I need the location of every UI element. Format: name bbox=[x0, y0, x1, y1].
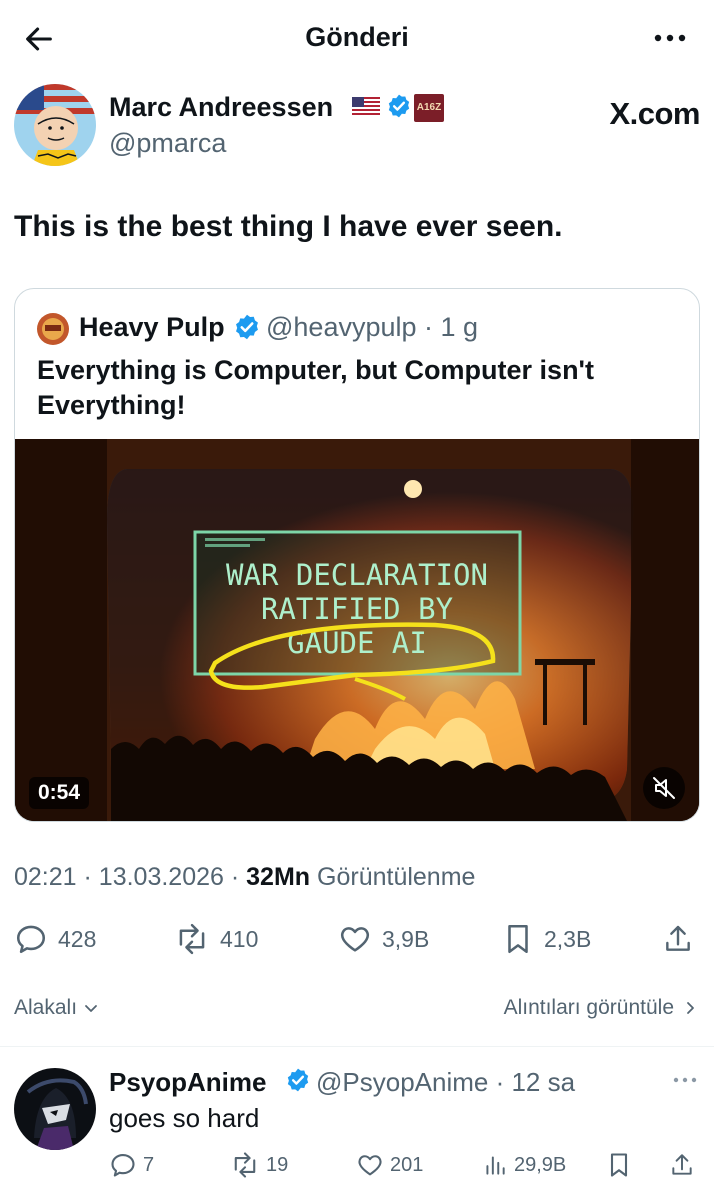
repost-icon bbox=[234, 1152, 256, 1178]
muted-speaker-icon bbox=[653, 777, 675, 799]
tweet-actions: 428 410 3,9B 2,3B bbox=[14, 918, 700, 960]
chevron-right-icon bbox=[687, 1002, 694, 1014]
quoted-author-avatar bbox=[37, 313, 69, 345]
verified-badge-icon bbox=[287, 1068, 309, 1092]
screen-line-2: RATIFIED BY bbox=[261, 592, 453, 626]
view-quotes-link[interactable]: Alıntıları görüntüle bbox=[504, 996, 700, 1020]
heart-icon bbox=[358, 1155, 382, 1176]
bookmark-icon bbox=[610, 1153, 628, 1177]
tweet-date[interactable]: 13.03.2026 bbox=[99, 863, 224, 891]
reply-button[interactable]: 428 bbox=[14, 918, 96, 960]
sort-relevance-dropdown[interactable]: Alakalı bbox=[14, 996, 101, 1020]
more-options-icon[interactable] bbox=[650, 24, 690, 52]
reply-icon bbox=[16, 925, 46, 954]
like-count: 3,9B bbox=[382, 925, 430, 952]
heart-icon bbox=[340, 927, 370, 952]
repost-icon bbox=[179, 923, 205, 955]
video-frame: WAR DECLARATION RATIFIED BY GAUDE AI bbox=[15, 439, 699, 821]
views-chart-icon bbox=[486, 1156, 505, 1175]
reply-repost-button[interactable]: 19 bbox=[230, 1149, 288, 1181]
tweet-time[interactable]: 02:21 bbox=[14, 863, 77, 891]
quoted-author-handle: @heavypulp · 1 g bbox=[266, 312, 478, 343]
reply-text: goes so hard bbox=[109, 1103, 260, 1133]
quoted-author-name: Heavy Pulp bbox=[79, 312, 225, 342]
reply-author-handle: @PsyopAnime · 12 sa bbox=[316, 1067, 575, 1098]
sort-label: Alakalı bbox=[14, 996, 78, 1019]
reply-reply-count: 7 bbox=[143, 1153, 155, 1176]
top-bar: Gönderi bbox=[0, 0, 714, 78]
replies-sort-row: Alakalı Alıntıları görüntüle bbox=[14, 994, 700, 1028]
share-button[interactable] bbox=[662, 918, 704, 960]
video-duration: 0:54 bbox=[29, 777, 90, 809]
reply-views-button[interactable]: 29,9B bbox=[482, 1149, 566, 1181]
repost-count: 410 bbox=[220, 925, 259, 952]
bookmark-count: 2,3B bbox=[544, 925, 592, 952]
reply-views-count: 29,9B bbox=[514, 1153, 567, 1176]
view-quotes-label: Alıntıları görüntüle bbox=[503, 996, 674, 1019]
author-avatar[interactable] bbox=[14, 84, 96, 166]
bookmark-icon bbox=[508, 924, 528, 954]
quoted-tweet-text: Everything is Computer, but Computer isn… bbox=[37, 355, 594, 420]
author-row: Marc Andreessen A16Z @pmarca X.com bbox=[14, 84, 700, 168]
screen-line-1: WAR DECLARATION bbox=[226, 558, 488, 592]
us-flag-icon bbox=[352, 97, 380, 115]
views-label: Görüntülenme bbox=[317, 863, 476, 891]
verified-badge-icon bbox=[236, 314, 258, 340]
like-button[interactable]: 3,9B bbox=[338, 918, 429, 960]
chevron-down-icon bbox=[85, 1005, 97, 1012]
quoted-tweet-header: Heavy Pulp @heavypulp · 1 g bbox=[37, 311, 687, 347]
reply-author-name[interactable]: PsyopAnime bbox=[109, 1067, 267, 1098]
reply-share-button[interactable] bbox=[669, 1149, 701, 1181]
tweet-text: This is the best thing I have ever seen. bbox=[14, 210, 563, 243]
reply-icon bbox=[111, 1154, 135, 1177]
quoted-handle-text: @heavypulp bbox=[266, 312, 417, 342]
share-icon bbox=[666, 925, 690, 951]
divider bbox=[0, 1046, 714, 1047]
video-player[interactable]: WAR DECLARATION RATIFIED BY GAUDE AI 0:5… bbox=[15, 439, 699, 821]
reply-repost-count: 19 bbox=[266, 1153, 289, 1176]
reply-item[interactable]: PsyopAnime @PsyopAnime · 12 sa goes so h… bbox=[14, 1064, 700, 1200]
a16z-badge: A16Z bbox=[414, 94, 444, 122]
reply-like-count: 201 bbox=[390, 1153, 424, 1176]
views-count: 32Mn bbox=[246, 863, 311, 891]
reply-handle-text[interactable]: @PsyopAnime bbox=[316, 1067, 488, 1097]
share-icon bbox=[672, 1154, 692, 1175]
bookmark-button[interactable]: 2,3B bbox=[502, 918, 591, 960]
repost-button[interactable]: 410 bbox=[174, 918, 258, 960]
tweet-meta: 02:21 · 13.03.2026 · 32Mn Görüntülenme bbox=[14, 863, 476, 891]
verified-badge-icon bbox=[388, 94, 410, 118]
reply-bookmark-button[interactable] bbox=[606, 1149, 638, 1181]
mute-button[interactable] bbox=[643, 767, 685, 809]
author-handle[interactable]: @pmarca bbox=[109, 128, 226, 159]
page-title: Gönderi bbox=[305, 22, 409, 52]
quoted-time: · 1 g bbox=[424, 312, 479, 342]
more-options-icon[interactable] bbox=[672, 1074, 698, 1086]
reply-time: · 12 sa bbox=[495, 1067, 576, 1097]
source-label: X.com bbox=[609, 96, 700, 131]
reply-like-button[interactable]: 201 bbox=[356, 1149, 423, 1181]
quoted-tweet[interactable]: Heavy Pulp @heavypulp · 1 g Everything i… bbox=[14, 288, 700, 822]
reply-author-avatar[interactable] bbox=[14, 1068, 96, 1150]
reply-reply-button[interactable]: 7 bbox=[109, 1149, 154, 1181]
reply-count: 428 bbox=[58, 925, 97, 952]
author-name[interactable]: Marc Andreessen bbox=[109, 92, 333, 123]
